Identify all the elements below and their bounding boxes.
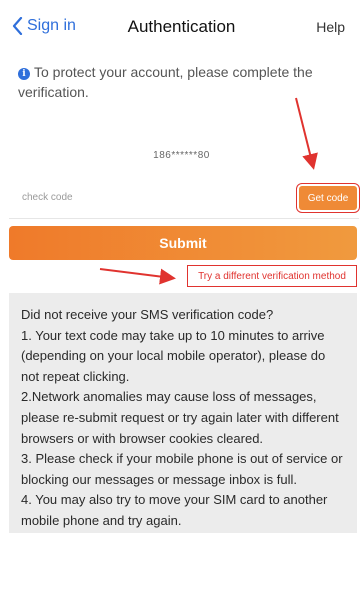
notice-line: 3. Please check if your mobile phone is … (21, 451, 343, 487)
notice-line: 1. Your text code may take up to 10 minu… (21, 327, 326, 384)
masked-phone-number: 186******80 (153, 150, 210, 161)
info-icon: i (18, 68, 30, 80)
page-title: Authentication (127, 17, 236, 36)
submit-button[interactable]: Submit (9, 226, 357, 260)
annotation-arrow-right (99, 268, 176, 285)
check-code-row: Get code (9, 182, 359, 219)
navigation-bar: Sign in Authentication Help (0, 0, 363, 56)
notice-line: 4. You may also try to move your SIM car… (21, 492, 328, 528)
sms-help-notice: Did not receive your SMS verification co… (9, 293, 357, 533)
help-link[interactable]: Help (316, 19, 345, 35)
check-code-input[interactable] (20, 191, 244, 204)
info-message: i To protect your account, please complet… (18, 62, 343, 102)
notice-line: 2.Network anomalies may cause loss of me… (21, 389, 339, 446)
info-text: To protect your account, please complete… (18, 64, 313, 100)
notice-line: Did not receive your SMS verification co… (21, 307, 274, 322)
get-code-button[interactable]: Get code (299, 186, 357, 210)
try-different-method-link[interactable]: Try a different verification method (187, 265, 357, 287)
